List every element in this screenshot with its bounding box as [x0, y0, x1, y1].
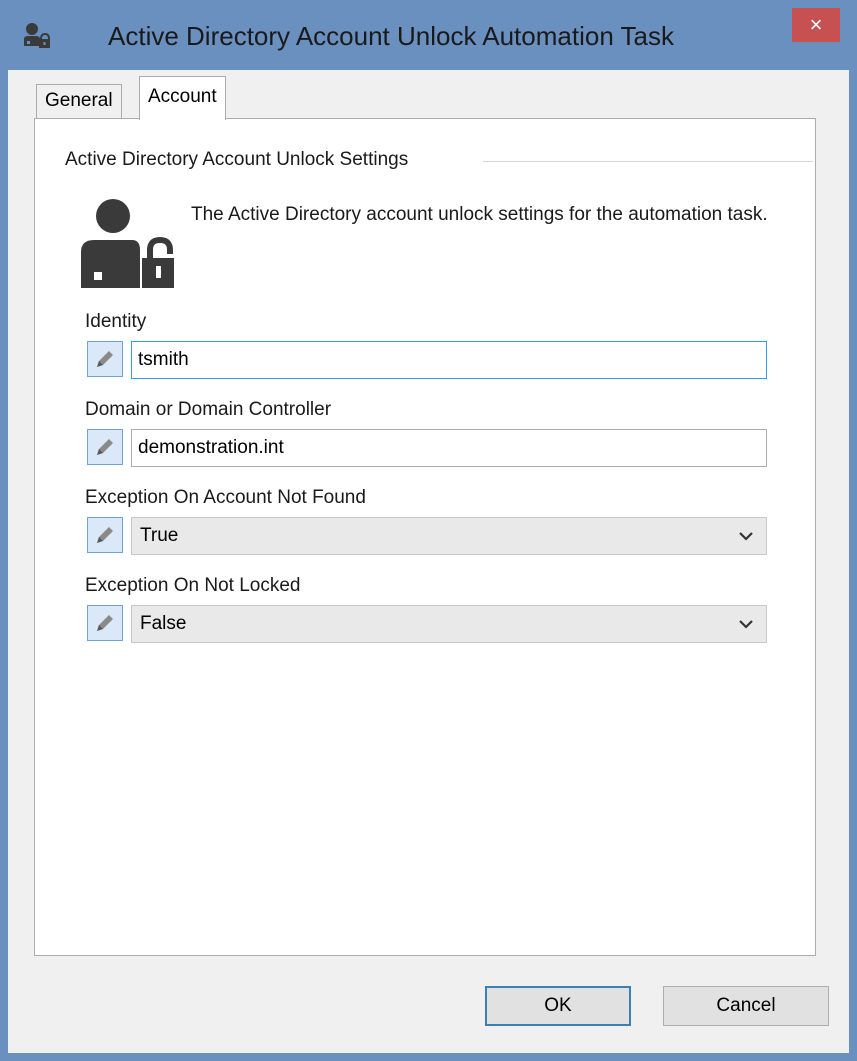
exception-not-locked-edit-button[interactable]: [87, 605, 123, 641]
settings-group-title: Active Directory Account Unlock Settings: [65, 149, 409, 170]
user-lock-icon: [24, 23, 50, 48]
tab-general[interactable]: General: [36, 84, 122, 118]
domain-edit-button[interactable]: [87, 429, 123, 465]
exception-not-found-label: Exception On Account Not Found: [85, 487, 366, 508]
exception-not-locked-select[interactable]: False: [131, 605, 767, 643]
identity-edit-button[interactable]: [87, 341, 123, 377]
ok-button[interactable]: OK: [485, 986, 631, 1026]
user-unlock-icon: [81, 199, 174, 288]
group-divider: [483, 161, 813, 162]
chevron-down-icon: [739, 532, 753, 541]
window-title: Active Directory Account Unlock Automati…: [108, 21, 674, 51]
settings-description: The Active Directory account unlock sett…: [191, 204, 768, 225]
dialog-window: Active Directory Account Unlock Automati…: [0, 0, 857, 1061]
close-button[interactable]: ×: [792, 8, 840, 42]
pencil-icon: [97, 527, 113, 543]
domain-label: Domain or Domain Controller: [85, 399, 332, 420]
dialog-client-area: General Account Active Directory Account…: [8, 70, 849, 1053]
cancel-button[interactable]: Cancel: [663, 986, 829, 1026]
exception-not-found-edit-button[interactable]: [87, 517, 123, 553]
exception-not-found-select[interactable]: True: [131, 517, 767, 555]
exception-not-locked-label: Exception On Not Locked: [85, 575, 301, 596]
pencil-icon: [97, 615, 113, 631]
chevron-down-icon: [739, 620, 753, 629]
domain-input[interactable]: demonstration.int: [131, 429, 767, 467]
title-bar: Active Directory Account Unlock Automati…: [0, 0, 857, 70]
pencil-icon: [97, 439, 113, 455]
pencil-icon: [97, 351, 113, 367]
identity-input[interactable]: tsmith: [131, 341, 767, 379]
exception-not-locked-value: False: [140, 613, 187, 634]
identity-label: Identity: [85, 311, 147, 332]
account-tab-page: Active Directory Account Unlock Settings…: [34, 118, 816, 956]
tab-account[interactable]: Account: [139, 76, 226, 120]
exception-not-found-value: True: [140, 525, 179, 546]
